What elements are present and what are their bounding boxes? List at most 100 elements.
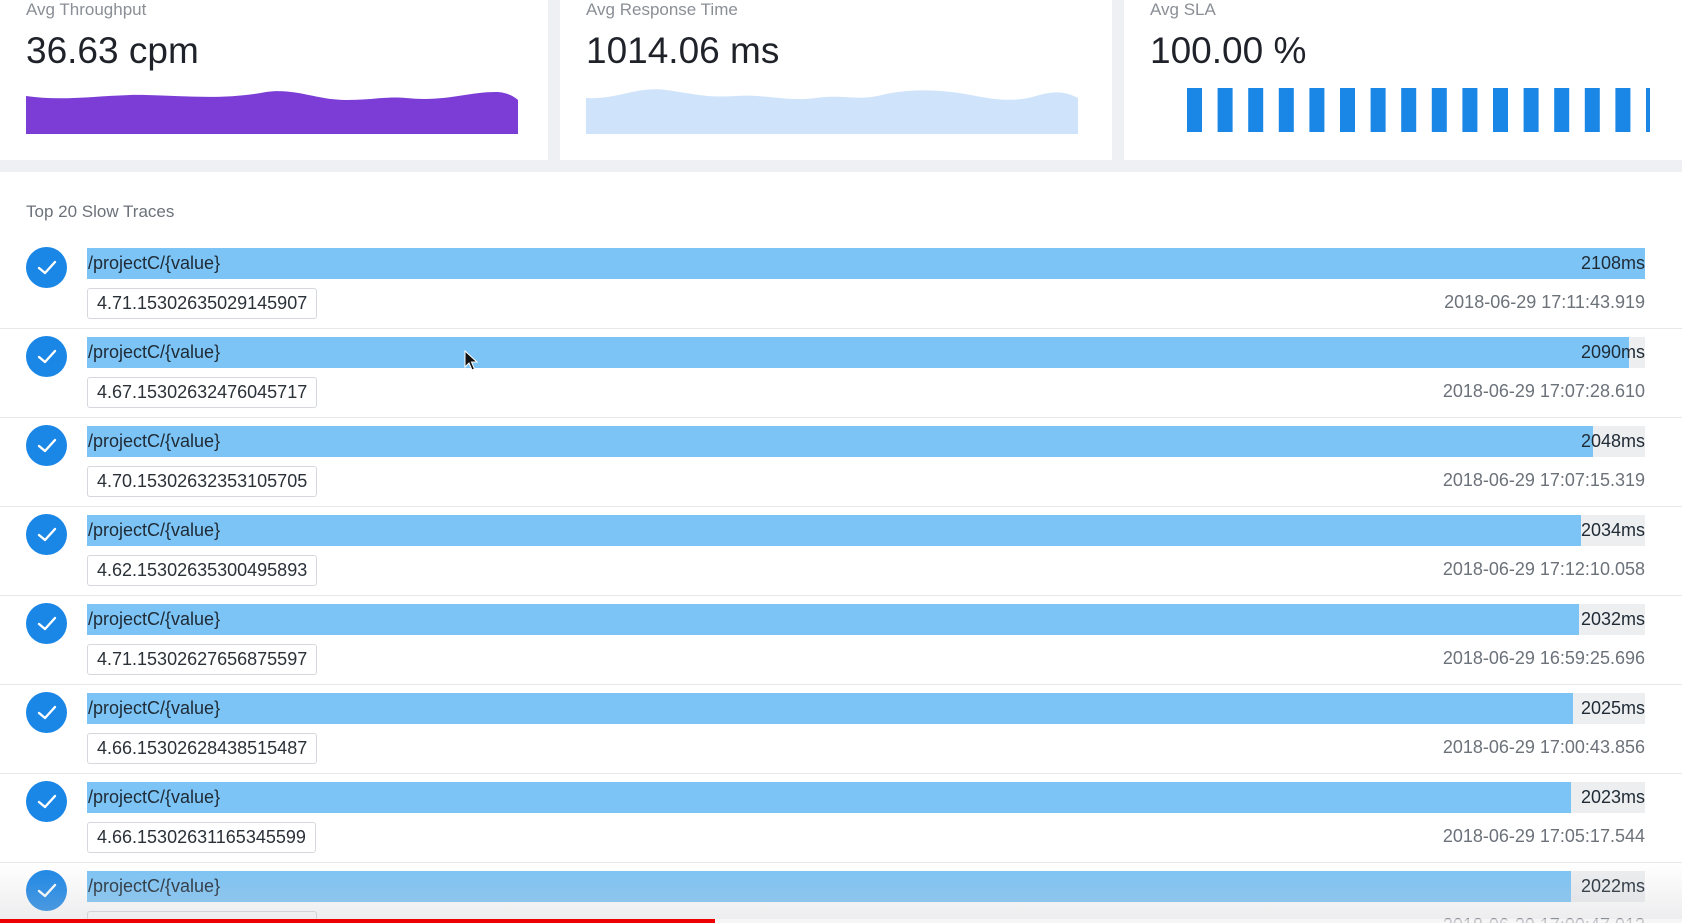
sla-bar (1340, 88, 1355, 132)
trace-row[interactable]: /projectC/{value}2022ms4.66.153026284790… (0, 863, 1682, 923)
trace-duration-bar (87, 337, 1645, 368)
trace-id-tag[interactable]: 4.71.15302627656875597 (87, 644, 318, 675)
trace-row[interactable]: /projectC/{value} 2025ms 4.66.153026284385… (0, 685, 1682, 774)
sla-bar (1615, 88, 1631, 132)
sla-bar (1493, 88, 1508, 132)
trace-id-tag[interactable]: 4.71.15302635029145907 (87, 288, 318, 319)
video-progress-bar[interactable] (0, 919, 1682, 923)
trace-row[interactable]: /projectC/{value} 2032ms 4.71.153026276568… (0, 596, 1682, 685)
trace-duration-bar (87, 426, 1645, 457)
slow-traces-list: /projectC/{value} 2108ms 4.71.153026350291… (0, 240, 1682, 923)
check-circle-icon (26, 870, 67, 911)
trace-endpoint[interactable]: /projectC/{value} (88, 342, 220, 363)
response-time-area (586, 89, 1078, 134)
sla-bar (1431, 88, 1447, 132)
check-circle-icon (26, 247, 67, 288)
trace-duration-bar (87, 782, 1645, 813)
response-time-card: Avg Response Time 1014.06 ms (560, 0, 1112, 160)
throughput-value: 36.63 cpm (26, 30, 199, 71)
trace-duration-fill (87, 782, 1572, 813)
trace-duration: 2032ms (1580, 609, 1645, 629)
sla-value: 100.00 % (1150, 30, 1307, 71)
response-time-value: 1014.06 ms (586, 30, 780, 71)
sla-bar (1646, 88, 1650, 132)
sla-bar (1462, 88, 1478, 132)
slow-traces-panel: Top 20 Slow Traces /projectC/{value} 2108… (0, 172, 1682, 923)
trace-row[interactable]: /projectC/{value} 2108ms 4.71.153026350291… (0, 240, 1682, 329)
trace-endpoint[interactable]: /projectC/{value} (88, 698, 220, 719)
trace-id-tag[interactable]: 4.67.15302632476045717 (87, 377, 318, 408)
trace-start-time: 2018-06-29 16:59:25.696 (1442, 648, 1645, 668)
trace-id-tag[interactable]: 4.62.15302635300495893 (87, 555, 318, 586)
trace-start-time: 2018-06-29 17:11:43.919 (1444, 292, 1645, 312)
sla-bar (1217, 88, 1233, 132)
trace-row[interactable]: /projectC/{value} 2048ms 4.70.153026323531… (0, 418, 1682, 507)
trace-duration-bar (87, 515, 1645, 546)
trace-duration-fill (87, 693, 1574, 724)
trace-start-time: 2018-06-29 17:07:15.319 (1442, 470, 1645, 490)
trace-duration: 2022ms (1580, 876, 1645, 896)
dashboard-page: Avg Throughput 36.63 cpm Avg Response Ti… (0, 0, 1682, 923)
trace-duration: 2108ms (1580, 253, 1645, 273)
trace-duration: 2023ms (1580, 787, 1645, 807)
trace-start-time: 2018-06-29 17:12:10.058 (1442, 559, 1645, 579)
sla-bar (1523, 88, 1539, 132)
trace-endpoint[interactable]: /projectC/{value} (88, 609, 220, 630)
check-circle-icon (26, 425, 67, 466)
throughput-sparkline (26, 91, 518, 134)
trace-duration-fill (87, 604, 1580, 635)
trace-duration: 2090ms (1580, 342, 1645, 362)
trace-endpoint[interactable]: /projectC/{value} (88, 520, 220, 541)
check-circle-icon (26, 336, 67, 377)
throughput-label: Avg Throughput (26, 0, 147, 19)
trace-duration-fill (87, 337, 1630, 368)
trace-id-tag[interactable]: 4.66.15302628438515487 (87, 733, 318, 764)
trace-duration: 2034ms (1580, 520, 1645, 540)
trace-start-time: 2018-06-29 17:05:17.544 (1442, 826, 1645, 846)
trace-duration-bar (87, 604, 1645, 635)
sla-bar (1309, 88, 1325, 132)
trace-duration: 2048ms (1580, 431, 1645, 451)
check-circle-icon (26, 781, 67, 822)
sla-bar (1187, 88, 1202, 132)
trace-start-time: 2018-06-29 17:00:43.856 (1442, 737, 1645, 757)
trace-duration-fill (87, 426, 1594, 457)
sla-bar-chart (1187, 88, 1650, 132)
mouse-cursor-icon (464, 350, 478, 371)
trace-endpoint[interactable]: /projectC/{value} (88, 876, 220, 897)
video-progress-fill (0, 919, 715, 923)
trace-endpoint[interactable]: /projectC/{value} (88, 253, 220, 274)
sla-bar (1278, 88, 1294, 132)
trace-row[interactable]: /projectC/{value} 2034ms 4.62.153026353004… (0, 507, 1682, 596)
trace-endpoint[interactable]: /projectC/{value} (88, 787, 220, 808)
sla-bar (1584, 88, 1600, 132)
check-circle-icon (26, 692, 67, 733)
check-circle-icon (26, 603, 67, 644)
trace-row[interactable]: /projectC/{value} 2023ms 4.66.153026311653… (0, 774, 1682, 863)
response-time-label: Avg Response Time (586, 0, 738, 19)
trace-id-tag[interactable]: 4.70.15302632353105705 (87, 466, 318, 497)
sla-bar (1554, 88, 1570, 132)
trace-duration-bar (87, 871, 1645, 902)
check-circle-icon (26, 514, 67, 555)
sla-label: Avg SLA (1150, 0, 1216, 19)
trace-start-time: 2018-06-29 17:07:28.610 (1442, 381, 1645, 401)
sla-bar (1370, 88, 1386, 132)
trace-id-tag[interactable]: 4.66.15302631165345599 (87, 822, 316, 853)
throughput-card: Avg Throughput 36.63 cpm (0, 0, 548, 160)
trace-duration-bar (87, 693, 1645, 724)
sla-card: Avg SLA 100.00 % (1124, 0, 1682, 160)
trace-duration-fill (87, 515, 1581, 546)
trace-duration-fill (87, 248, 1645, 279)
trace-duration-bar (87, 248, 1645, 279)
sla-bar (1401, 88, 1417, 132)
trace-duration-fill (87, 871, 1571, 902)
throughput-area (26, 91, 518, 134)
sla-bar (1248, 88, 1264, 132)
metric-cards: Avg Throughput 36.63 cpm Avg Response Ti… (0, 0, 1682, 160)
trace-duration: 2025ms (1580, 698, 1645, 718)
trace-endpoint[interactable]: /projectC/{value} (88, 431, 220, 452)
trace-row[interactable]: /projectC/{value} 2090ms 4.67.153026324760… (0, 329, 1682, 418)
slow-traces-title: Top 20 Slow Traces (26, 202, 175, 221)
response-time-sparkline (586, 89, 1078, 134)
